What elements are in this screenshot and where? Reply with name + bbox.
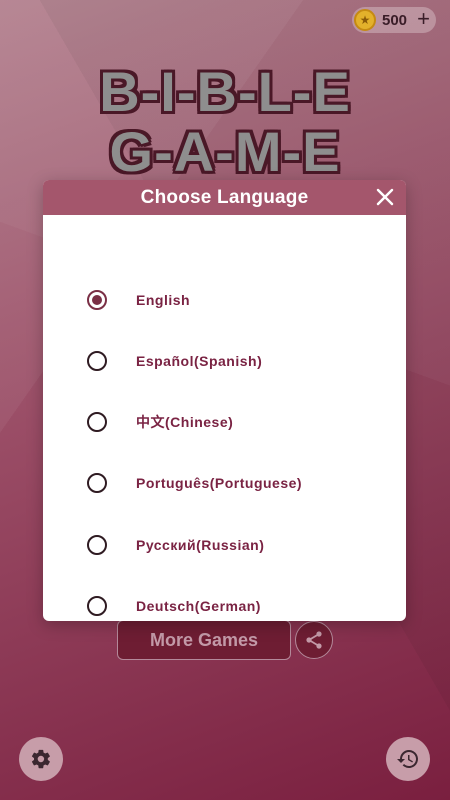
radio-button[interactable] bbox=[87, 473, 107, 493]
language-label: 中文(Chinese) bbox=[136, 414, 234, 430]
share-button[interactable] bbox=[295, 621, 333, 659]
language-option-portuguese[interactable]: Português(Portuguese) bbox=[43, 458, 406, 508]
language-label: English bbox=[136, 292, 191, 308]
settings-button[interactable] bbox=[19, 737, 63, 781]
language-label: Português(Portuguese) bbox=[136, 475, 303, 491]
close-icon bbox=[376, 188, 394, 206]
more-games-button[interactable]: More Games bbox=[117, 620, 291, 660]
dialog-header: Choose Language bbox=[43, 180, 406, 215]
language-option-russian[interactable]: Русский(Russian) bbox=[43, 520, 406, 570]
history-icon bbox=[397, 750, 418, 768]
share-icon bbox=[306, 631, 322, 649]
language-label: Deutsch(German) bbox=[136, 598, 261, 614]
language-option-spanish[interactable]: Español(Spanish) bbox=[43, 336, 406, 386]
radio-button[interactable] bbox=[87, 535, 107, 555]
add-coins-button[interactable]: + bbox=[417, 8, 430, 30]
language-dialog: Choose Language English Español(Spanish)… bbox=[43, 180, 406, 621]
logo-line-2: G-A-M-E bbox=[109, 120, 341, 183]
language-label: Русский(Russian) bbox=[136, 537, 265, 553]
history-button[interactable] bbox=[386, 737, 430, 781]
coin-count: 500 bbox=[382, 11, 408, 29]
radio-button[interactable] bbox=[87, 351, 107, 371]
gear-icon bbox=[31, 749, 50, 769]
radio-button[interactable] bbox=[87, 412, 107, 432]
close-button[interactable] bbox=[372, 184, 398, 210]
language-label: Español(Spanish) bbox=[136, 353, 263, 369]
logo-line-1: B-I-B-L-E bbox=[99, 60, 351, 123]
star-coin-icon: ★ bbox=[354, 9, 376, 31]
dialog-title: Choose Language bbox=[140, 186, 309, 208]
coin-balance[interactable]: ★ 500 + bbox=[352, 7, 436, 33]
radio-button[interactable] bbox=[87, 596, 107, 616]
radio-button[interactable] bbox=[87, 290, 107, 310]
language-option-german[interactable]: Deutsch(German) bbox=[43, 581, 406, 621]
language-option-chinese[interactable]: 中文(Chinese) bbox=[43, 397, 406, 447]
game-logo: B-I-B-L-E G-A-M-E bbox=[0, 62, 450, 182]
radio-selected-dot bbox=[92, 295, 102, 305]
language-option-english[interactable]: English bbox=[43, 275, 406, 325]
